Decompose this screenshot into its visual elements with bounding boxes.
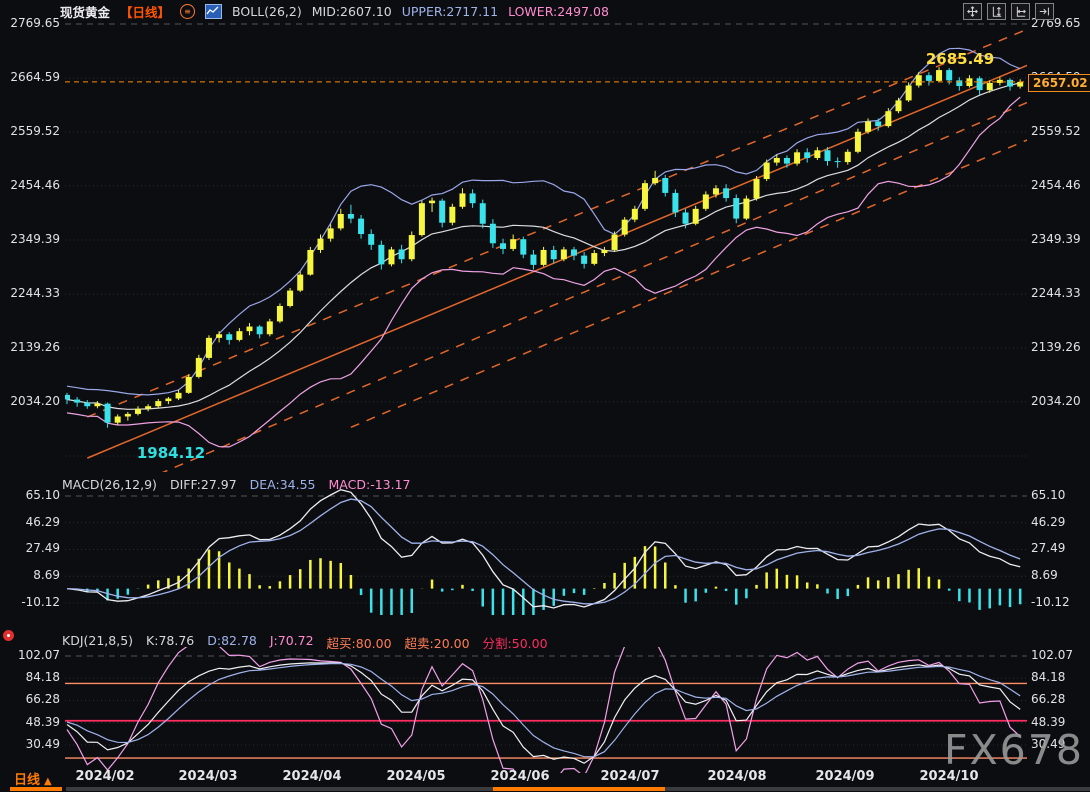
price-axis-label: 2664.59 bbox=[0, 70, 60, 84]
timeframe-selector[interactable]: 【日线】 bbox=[120, 2, 170, 21]
price-axis-label: 2769.65 bbox=[0, 16, 60, 30]
scrollbar-thumb[interactable] bbox=[493, 787, 665, 791]
kdj-divider-value: 分割:50.00 bbox=[483, 633, 548, 652]
macd-dea-value: DEA:34.55 bbox=[250, 477, 316, 492]
kdj-indicator-label: KDJ(21,8,5) bbox=[62, 633, 133, 652]
x-axis-date-label: 2024/04 bbox=[276, 769, 348, 784]
kdj-axis-label: 84.18 bbox=[1031, 670, 1089, 684]
x-axis-date-label: 2024/07 bbox=[594, 769, 666, 784]
triangle-up-icon: ▲ bbox=[44, 776, 52, 787]
kdj-d-value: D:82.78 bbox=[207, 633, 257, 652]
low-price-annotation: 1984.12 bbox=[126, 444, 216, 462]
x-axis-date-label: 2024/05 bbox=[380, 769, 452, 784]
x-axis-date-label: 2024/09 bbox=[809, 769, 881, 784]
price-axis-label: 2244.33 bbox=[0, 286, 60, 300]
kdj-axis-label: 102.07 bbox=[0, 648, 60, 662]
macd-axis-label: 65.10 bbox=[0, 488, 60, 502]
x-axis-date-label: 2024/08 bbox=[701, 769, 773, 784]
macd-axis-label: 8.69 bbox=[1031, 568, 1089, 582]
kdj-axis-label: 102.07 bbox=[1031, 648, 1089, 662]
zoom-x-axis-icon[interactable] bbox=[1011, 3, 1030, 20]
price-axis-label: 2559.52 bbox=[1031, 124, 1089, 138]
boll-mid-value: MID:2607.10 bbox=[312, 4, 392, 19]
x-axis-date-label: 2024/03 bbox=[172, 769, 244, 784]
macd-diff-value: DIFF:27.97 bbox=[170, 477, 237, 492]
kdj-header: KDJ(21,8,5) K:78.76 D:82.78 J:70.72 超买:8… bbox=[62, 633, 548, 652]
kdj-oversold-value: 超卖:20.00 bbox=[405, 633, 470, 652]
kdj-j-value: J:70.72 bbox=[270, 633, 314, 652]
boll-upper-value: UPPER:2717.11 bbox=[402, 4, 498, 19]
kdj-k-value: K:78.76 bbox=[146, 633, 194, 652]
macd-axis-label: 46.29 bbox=[1031, 515, 1089, 529]
timeframe-menu-icon[interactable]: ≡ bbox=[180, 4, 195, 19]
pan-icon[interactable] bbox=[963, 3, 982, 20]
symbol-name: 现货黄金 bbox=[60, 2, 110, 21]
indicator-alert-icon[interactable] bbox=[3, 630, 14, 641]
kdj-axis-label: 66.28 bbox=[1031, 692, 1089, 706]
chart-header: 现货黄金 【日线】 ≡ BOLL(26,2) MID:2607.10 UPPER… bbox=[60, 2, 609, 21]
price-axis-label: 2454.46 bbox=[1031, 178, 1089, 192]
macd-header: MACD(26,12,9) DIFF:27.97 DEA:34.55 MACD:… bbox=[62, 477, 411, 492]
watermark: FX678 bbox=[944, 726, 1084, 774]
boll-lower-value: LOWER:2497.08 bbox=[508, 4, 609, 19]
macd-axis-label: -10.12 bbox=[1031, 595, 1089, 609]
macd-axis-label: 27.49 bbox=[0, 541, 60, 555]
current-price-badge: 2657.02 bbox=[1028, 74, 1090, 92]
kdj-axis-label: 48.39 bbox=[0, 715, 60, 729]
shift-right-icon[interactable] bbox=[1035, 3, 1054, 20]
macd-axis-label: -10.12 bbox=[0, 595, 60, 609]
x-axis-date-label: 2024/06 bbox=[484, 769, 556, 784]
indicator-chart-icon[interactable] bbox=[205, 4, 222, 19]
macd-axis-label: 27.49 bbox=[1031, 541, 1089, 555]
boll-indicator-label: BOLL(26,2) bbox=[232, 4, 302, 19]
price-axis-label: 2349.39 bbox=[0, 232, 60, 246]
high-price-annotation: 2685.49 bbox=[905, 50, 1015, 68]
macd-axis-label: 65.10 bbox=[1031, 488, 1089, 502]
macd-indicator-label: MACD(26,12,9) bbox=[62, 477, 157, 492]
chart-toolbar bbox=[963, 3, 1054, 20]
trading-chart-app: 现货黄金 【日线】 ≡ BOLL(26,2) MID:2607.10 UPPER… bbox=[0, 0, 1090, 792]
timeframe-tab[interactable]: 日线▲ bbox=[14, 769, 52, 788]
price-axis-label: 2034.20 bbox=[1031, 394, 1089, 408]
kdj-overbought-value: 超买:80.00 bbox=[327, 633, 392, 652]
price-axis-label: 2454.46 bbox=[0, 178, 60, 192]
price-axis-label: 2139.26 bbox=[0, 340, 60, 354]
price-axis-label: 2034.20 bbox=[0, 394, 60, 408]
kdj-axis-label: 66.28 bbox=[0, 692, 60, 706]
macd-axis-label: 8.69 bbox=[0, 568, 60, 582]
price-axis-label: 2139.26 bbox=[1031, 340, 1089, 354]
macd-value: MACD:-13.17 bbox=[329, 477, 411, 492]
price-axis-label: 2559.52 bbox=[0, 124, 60, 138]
x-axis-date-label: 2024/02 bbox=[69, 769, 141, 784]
chart-canvas[interactable] bbox=[0, 0, 1090, 792]
kdj-axis-label: 30.49 bbox=[0, 737, 60, 751]
price-axis-label: 2349.39 bbox=[1031, 232, 1089, 246]
price-axis-label: 2244.33 bbox=[1031, 286, 1089, 300]
kdj-axis-label: 84.18 bbox=[0, 670, 60, 684]
macd-axis-label: 46.29 bbox=[0, 515, 60, 529]
zoom-y-axis-icon[interactable] bbox=[987, 3, 1006, 20]
timeframe-tab-underline bbox=[10, 787, 62, 791]
